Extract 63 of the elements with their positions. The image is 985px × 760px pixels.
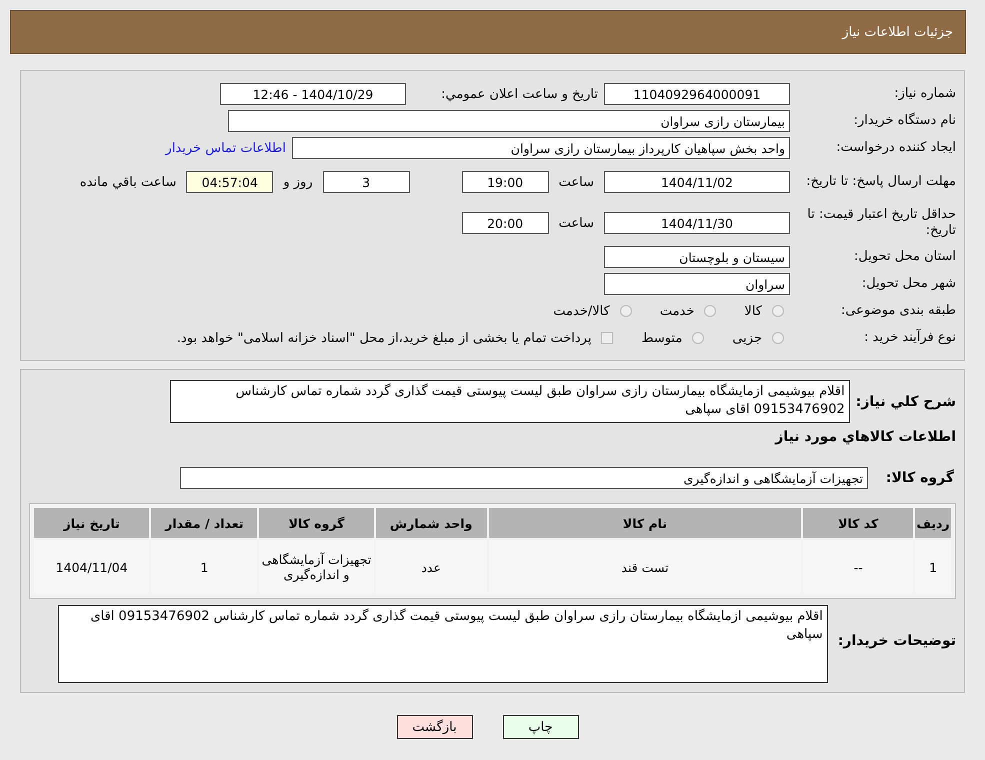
field-label: شماره نیاز:: [893, 86, 956, 102]
field-label: حداقل تاریخ اعتبار قیمت: تا تاریخ:: [806, 207, 956, 239]
column-header: واحد شمارش: [376, 508, 487, 538]
buyer-notes-text-area[interactable]: اقلام بیوشیمی ازمایشگاه بیمارستان رازی سراوان طبق لیست پیوستی قیمت گذاری گردد شماره تماس کارشناس 09153476902 اقای سپاهی: [58, 605, 828, 683]
print-button[interactable]: چاپ: [502, 715, 578, 739]
section-title: اطلاعات کالاهاي مورد نیاز: [774, 429, 956, 445]
date-field: 1404/11/02: [604, 171, 790, 193]
option-label: متوسط: [641, 330, 682, 346]
time-field: 19:00: [462, 171, 549, 193]
need-number-field: 1104092964000091: [604, 83, 790, 105]
option-label: جزیی: [732, 330, 762, 346]
time-field: 20:00: [462, 212, 549, 234]
option-label: خدمت: [660, 304, 694, 318]
table-cell: تست قند: [488, 540, 802, 594]
back-button[interactable]: بازگشت: [396, 715, 472, 739]
radio-button[interactable]: [772, 305, 784, 317]
announce-date-field: 1404/10/29 - 12:46: [220, 83, 406, 105]
field-label: گروه کالا:: [884, 470, 954, 486]
table-cell: تجهیزات آزمایشگاهی و اندازه‌گیری: [259, 540, 374, 594]
field-label: توضیحات خریدار:: [838, 632, 956, 649]
city-field: سراوان: [604, 273, 790, 295]
table-cell: 1: [151, 540, 258, 594]
province-field: سیستان و بلوچستان: [604, 246, 790, 268]
field-label: شرح کلي نیاز:: [856, 393, 956, 410]
goods-group-field: تجهیزات آزمایشگاهی و اندازه‌گیری: [180, 467, 868, 489]
column-header: گروه کالا: [259, 508, 374, 538]
field-label: ساعت باقي مانده: [78, 174, 178, 190]
field-label: استان محل تحویل:: [853, 249, 956, 265]
field-label: ایجاد کننده درخواست:: [835, 140, 956, 156]
date-field: 1404/11/30: [604, 212, 790, 234]
page-title: جزئیات اطلاعات نیاز: [842, 24, 953, 40]
buyer-contact-link[interactable]: اطلاعات تماس خریدار: [166, 140, 286, 156]
field-label: نوع فرآیند خرید :: [863, 330, 956, 346]
radio-button[interactable]: [692, 332, 704, 344]
radio-button[interactable]: [704, 305, 716, 317]
column-header: تعداد / مقدار: [151, 508, 258, 538]
column-header: تاریخ نیاز: [34, 508, 150, 538]
table-cell: --: [803, 540, 914, 594]
days-field: 3: [322, 171, 410, 193]
column-header: نام کالا: [488, 508, 802, 538]
requester-field: واحد بخش سپاهیان کارپرداز بیمارستان رازی سراوان: [292, 137, 790, 159]
checkbox[interactable]: [601, 332, 614, 344]
radio-button[interactable]: [772, 332, 784, 344]
field-label: مهلت ارسال پاسخ: تا تاریخ:: [805, 174, 956, 190]
table-cell: عدد: [376, 540, 487, 594]
column-header: کد کالا: [803, 508, 914, 538]
option-label: پرداخت تمام یا بخشی از مبلغ خرید،از محل "اسناد خزانه اسلامی" خواهد بود.: [176, 330, 592, 346]
radio-button[interactable]: [620, 305, 632, 317]
field-label: روز و: [282, 174, 314, 190]
option-label: کالا: [744, 304, 762, 318]
field-label: طبقه بندی موضوعی:: [840, 303, 956, 319]
remaining-time-field: 04:57:04: [186, 171, 274, 193]
field-label: ساعت: [558, 174, 595, 190]
table-cell: 1: [915, 540, 951, 594]
field-label: شهر محل تحویل:: [860, 276, 956, 292]
buyer-org-field: بیمارستان رازی سراوان: [228, 110, 790, 132]
description-text-area[interactable]: اقلام بیوشیمی ازمایشگاه بیمارستان رازی سراوان طبق لیست پیوستی قیمت گذاری گردد شماره تماس کارشناس 09153476902 اقای سپاهی: [170, 380, 850, 423]
option-label: کالا/خدمت: [553, 304, 610, 318]
field-label: تاریخ و ساعت اعلان عمومي:: [440, 86, 598, 102]
column-header: ردیف: [915, 508, 951, 538]
field-label: نام دستگاه خریدار:: [852, 113, 956, 129]
table-cell: 1404/11/04: [34, 540, 150, 594]
field-label: ساعت: [558, 216, 595, 230]
